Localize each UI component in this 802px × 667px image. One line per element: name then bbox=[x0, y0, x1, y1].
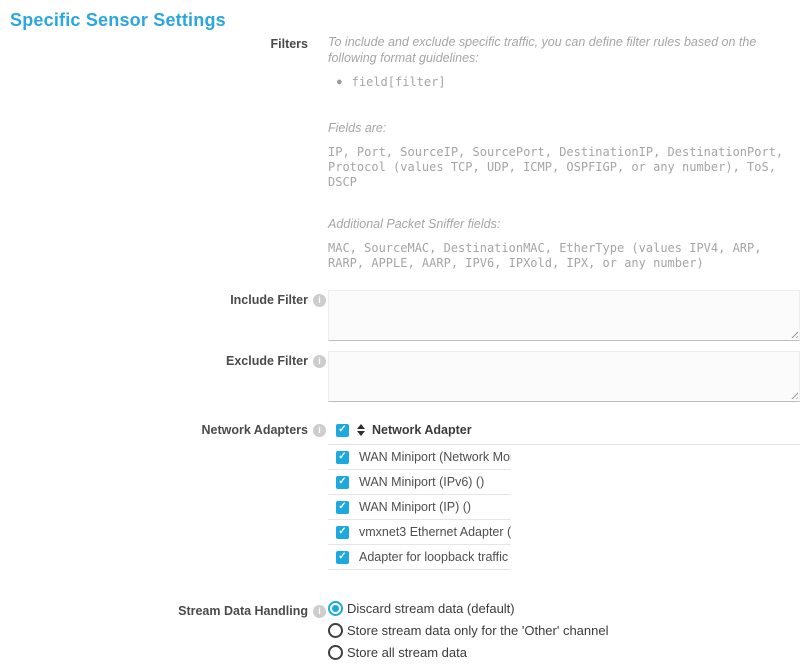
table-row[interactable]: WAN Miniport (Network Monito… bbox=[328, 445, 511, 470]
table-row[interactable]: WAN Miniport (IP) () bbox=[328, 495, 511, 520]
exclude-filter-label-text: Exclude Filter bbox=[226, 354, 308, 368]
bullet-icon: ● bbox=[336, 75, 343, 90]
radio-option-label: Store all stream data bbox=[347, 645, 467, 660]
exclude-filter-input[interactable] bbox=[328, 351, 800, 402]
adapter-checkbox[interactable] bbox=[336, 476, 349, 489]
adapter-name: WAN Miniport (IPv6) () bbox=[359, 475, 484, 489]
page-title: Specific Sensor Settings bbox=[10, 10, 790, 31]
radio-option-discard[interactable]: Discard stream data (default) bbox=[328, 601, 790, 616]
additional-fields-list: MAC, SourceMAC, DestinationMAC, EtherTyp… bbox=[328, 241, 790, 271]
stream-data-handling-label-text: Stream Data Handling bbox=[178, 604, 308, 618]
fields-list: IP, Port, SourceIP, SourcePort, Destinat… bbox=[328, 145, 790, 190]
table-row[interactable]: vmxnet3 Ethernet Adapter (fe8… bbox=[328, 520, 511, 545]
radio-option-store-other[interactable]: Store stream data only for the 'Other' c… bbox=[328, 623, 790, 638]
table-row[interactable]: Adapter for loopback traffic ca… bbox=[328, 545, 511, 570]
include-filter-row: Include Filter i bbox=[10, 290, 790, 341]
filters-row: Filters To include and exclude specific … bbox=[10, 34, 790, 271]
info-icon[interactable]: i bbox=[313, 294, 326, 307]
include-filter-input[interactable] bbox=[328, 290, 800, 341]
fields-are-label: Fields are: bbox=[328, 120, 790, 136]
stream-data-handling-label: Stream Data Handling i bbox=[10, 601, 328, 619]
stream-data-radio-group: Discard stream data (default) Store stre… bbox=[328, 601, 790, 667]
adapter-column-header[interactable]: Network Adapter bbox=[372, 423, 472, 437]
select-all-checkbox[interactable] bbox=[336, 424, 349, 437]
adapter-checkbox[interactable] bbox=[336, 451, 349, 464]
filters-label: Filters bbox=[10, 34, 328, 52]
include-filter-label-text: Include Filter bbox=[230, 293, 308, 307]
adapter-name: vmxnet3 Ethernet Adapter (fe8… bbox=[359, 525, 511, 539]
filter-format-example: field[filter] bbox=[352, 75, 446, 90]
network-adapter-table: Network Adapter WAN Miniport (Network Mo… bbox=[328, 420, 800, 570]
sort-icon[interactable] bbox=[357, 424, 365, 436]
stream-data-handling-row: Stream Data Handling i Discard stream da… bbox=[10, 601, 790, 667]
adapter-checkbox[interactable] bbox=[336, 526, 349, 539]
table-row[interactable]: WAN Miniport (IPv6) () bbox=[328, 470, 511, 495]
adapter-table-header[interactable]: Network Adapter bbox=[328, 420, 800, 445]
radio-unselected-icon[interactable] bbox=[328, 623, 343, 638]
info-icon[interactable]: i bbox=[313, 355, 326, 368]
filters-bullet-item: ● field[filter] bbox=[336, 75, 790, 90]
adapter-checkbox[interactable] bbox=[336, 551, 349, 564]
info-icon[interactable]: i bbox=[313, 605, 326, 618]
exclude-filter-row: Exclude Filter i bbox=[10, 351, 790, 402]
adapter-name: WAN Miniport (IP) () bbox=[359, 500, 471, 514]
adapter-name: Adapter for loopback traffic ca… bbox=[359, 550, 511, 564]
info-icon[interactable]: i bbox=[313, 424, 326, 437]
network-adapters-label: Network Adapters i bbox=[10, 420, 328, 438]
radio-option-label: Discard stream data (default) bbox=[347, 601, 515, 616]
filters-guideline-text: To include and exclude specific traffic,… bbox=[328, 34, 790, 66]
radio-option-store-all[interactable]: Store all stream data bbox=[328, 645, 790, 660]
exclude-filter-field-wrap bbox=[328, 351, 800, 402]
include-filter-label: Include Filter i bbox=[10, 290, 328, 308]
radio-option-label: Store stream data only for the 'Other' c… bbox=[347, 623, 609, 638]
adapter-checkbox[interactable] bbox=[336, 501, 349, 514]
adapter-name: WAN Miniport (Network Monito… bbox=[359, 450, 511, 464]
include-filter-field-wrap bbox=[328, 290, 800, 341]
radio-selected-icon[interactable] bbox=[328, 601, 343, 616]
filters-help: To include and exclude specific traffic,… bbox=[328, 34, 790, 271]
exclude-filter-label: Exclude Filter i bbox=[10, 351, 328, 369]
radio-unselected-icon[interactable] bbox=[328, 645, 343, 660]
settings-page: Specific Sensor Settings Filters To incl… bbox=[0, 0, 802, 667]
network-adapters-row: Network Adapters i Network Adapter WAN M… bbox=[10, 420, 790, 570]
additional-fields-label: Additional Packet Sniffer fields: bbox=[328, 216, 790, 232]
network-adapters-label-text: Network Adapters bbox=[201, 423, 308, 437]
